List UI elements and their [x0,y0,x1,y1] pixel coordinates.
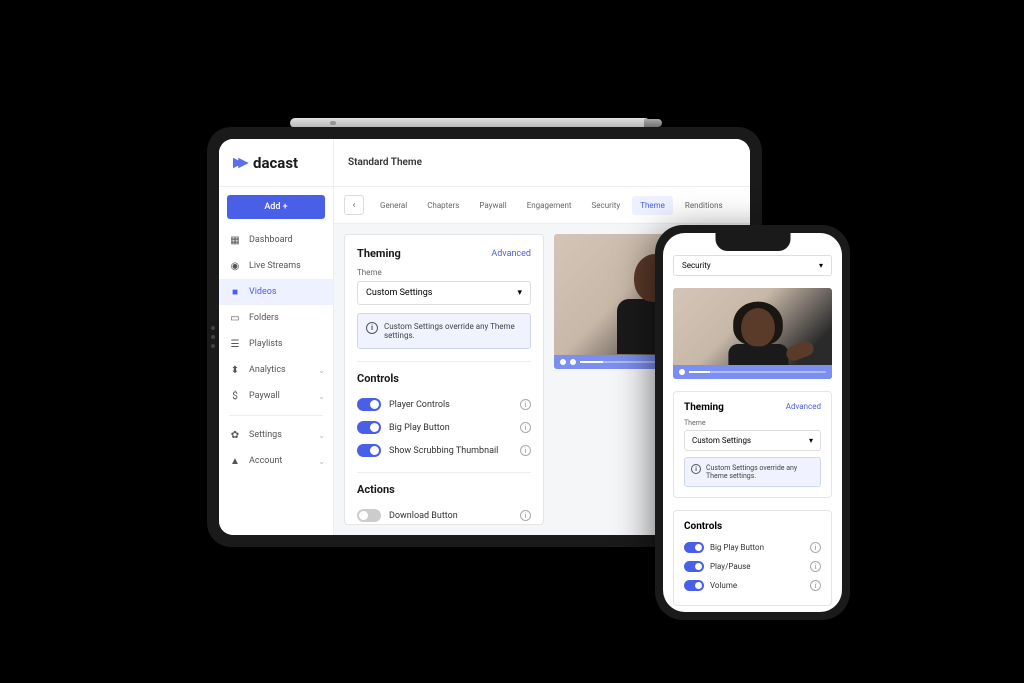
info-icon[interactable]: i [520,399,531,410]
toggle-scrubbing[interactable] [357,444,381,457]
settings-panel: Theming Advanced Theme Custom Settings ▾… [344,234,544,525]
brand-name: dacast [253,154,298,172]
info-icon[interactable]: i [810,561,821,572]
info-icon[interactable]: i [810,580,821,591]
phone-video-player[interactable] [673,288,832,379]
phone-advanced-link[interactable]: Advanced [786,402,821,413]
toggle-player-controls[interactable] [357,398,381,411]
phone-tab-dropdown[interactable]: Security ▾ [673,255,832,276]
sidebar-label: Folders [249,313,279,323]
toggle-download[interactable] [357,509,381,522]
phone-screen: Security ▾ Theming Advanced Theme Custom… [663,233,842,612]
toggle-label: Player Controls [389,400,512,410]
tab-engagement[interactable]: Engagement [519,196,580,215]
phone-tab-value: Security [682,261,711,270]
chevron-down-icon: ▾ [819,261,823,270]
brand-logo: dacast [231,154,298,172]
phone-toggle-bigplay[interactable] [684,542,704,553]
advanced-link[interactable]: Advanced [491,249,531,259]
tab-bar: ‹ General Chapters Paywall Engagement Se… [334,187,750,224]
analytics-icon: ⬍ [229,364,241,376]
sidebar-label: Analytics [249,365,286,375]
chevron-down-icon: ⌄ [318,366,325,375]
sidebar-item-folders[interactable]: ▭ Folders [219,305,333,331]
sidebar-label: Account [249,456,282,466]
phone-video-bar[interactable] [673,365,832,379]
toggle-big-play[interactable] [357,421,381,434]
theme-dropdown[interactable]: Custom Settings ▾ [357,281,531,305]
sidebar: Add + ▦ Dashboard ◉ Live Streams ■ Video… [219,187,334,535]
info-icon[interactable]: i [520,510,531,521]
info-icon[interactable]: i [520,422,531,433]
info-icon: i [691,464,701,474]
dacast-icon [231,156,249,170]
paywall-icon: $ [229,390,241,402]
tab-security[interactable]: Security [584,196,629,215]
info-text: Custom Settings override any Theme setti… [384,322,522,340]
tab-paywall[interactable]: Paywall [471,196,514,215]
toggle-label: Big Play Button [389,423,512,433]
account-icon: ▲ [229,455,241,467]
dashboard-icon: ▦ [229,234,241,246]
sidebar-label: Dashboard [249,235,293,245]
sidebar-item-playlists[interactable]: ☰ Playlists [219,331,333,357]
info-callout: i Custom Settings override any Theme set… [357,313,531,349]
phone-toggle-playpause[interactable] [684,561,704,572]
folder-icon: ▭ [229,312,241,324]
phone-theming-title: Theming [684,402,724,413]
phone-toggle-label: Volume [710,581,804,590]
info-icon[interactable]: i [520,445,531,456]
theme-value: Custom Settings [366,288,432,298]
phone-controls-panel: Controls Big Play Button i Play/Pause i … [673,510,832,606]
sidebar-item-livestreams[interactable]: ◉ Live Streams [219,253,333,279]
sidebar-label: Videos [249,287,277,297]
stream-icon: ◉ [229,260,241,272]
sidebar-label: Live Streams [249,261,301,271]
phone-theme-label: Theme [684,419,821,427]
phone-toggle-label: Big Play Button [710,543,804,552]
phone-device: Security ▾ Theming Advanced Theme Custom… [655,225,850,620]
tab-theme[interactable]: Theme [632,196,673,215]
video-icon: ■ [229,286,241,298]
phone-info-text: Custom Settings override any Theme setti… [706,464,814,480]
phone-toggle-label: Play/Pause [710,562,804,571]
chevron-down-icon: ⌄ [318,457,325,466]
app-header: dacast Standard Theme [219,139,750,187]
chevron-down-icon: ▾ [809,436,813,445]
playlist-icon: ☰ [229,338,241,350]
actions-title: Actions [357,483,531,496]
sidebar-item-analytics[interactable]: ⬍ Analytics ⌄ [219,357,333,383]
phone-toggle-volume[interactable] [684,580,704,591]
chevron-down-icon: ⌄ [318,392,325,401]
sidebar-item-account[interactable]: ▲ Account ⌄ [219,448,333,474]
phone-theme-dropdown[interactable]: Custom Settings ▾ [684,430,821,451]
controls-title: Controls [357,372,531,385]
tab-chapters[interactable]: Chapters [419,196,467,215]
phone-info-callout: i Custom Settings override any Theme set… [684,457,821,487]
sidebar-item-paywall[interactable]: $ Paywall ⌄ [219,383,333,409]
sidebar-label: Paywall [249,391,280,401]
tab-renditions[interactable]: Renditions [677,196,731,215]
gear-icon: ✿ [229,429,241,441]
info-icon[interactable]: i [810,542,821,553]
phone-theming-panel: Theming Advanced Theme Custom Settings ▾… [673,391,832,498]
sidebar-label: Playlists [249,339,283,349]
theme-label: Theme [357,268,531,277]
phone-theme-value: Custom Settings [692,436,751,445]
phone-controls-title: Controls [684,521,821,532]
info-icon: i [366,322,378,334]
theming-title: Theming [357,247,401,260]
chevron-down-icon: ⌄ [318,431,325,440]
tab-general[interactable]: General [372,196,415,215]
chevron-down-icon: ▾ [517,288,522,298]
sidebar-item-dashboard[interactable]: ▦ Dashboard [219,227,333,253]
toggle-label: Download Button [389,511,512,521]
toggle-label: Show Scrubbing Thumbnail [389,446,512,456]
sidebar-label: Settings [249,430,282,440]
page-title: Standard Theme [334,139,750,186]
add-button[interactable]: Add + [227,195,325,219]
sidebar-item-videos[interactable]: ■ Videos [219,279,333,305]
back-button[interactable]: ‹ [344,195,364,215]
sidebar-item-settings[interactable]: ✿ Settings ⌄ [219,422,333,448]
